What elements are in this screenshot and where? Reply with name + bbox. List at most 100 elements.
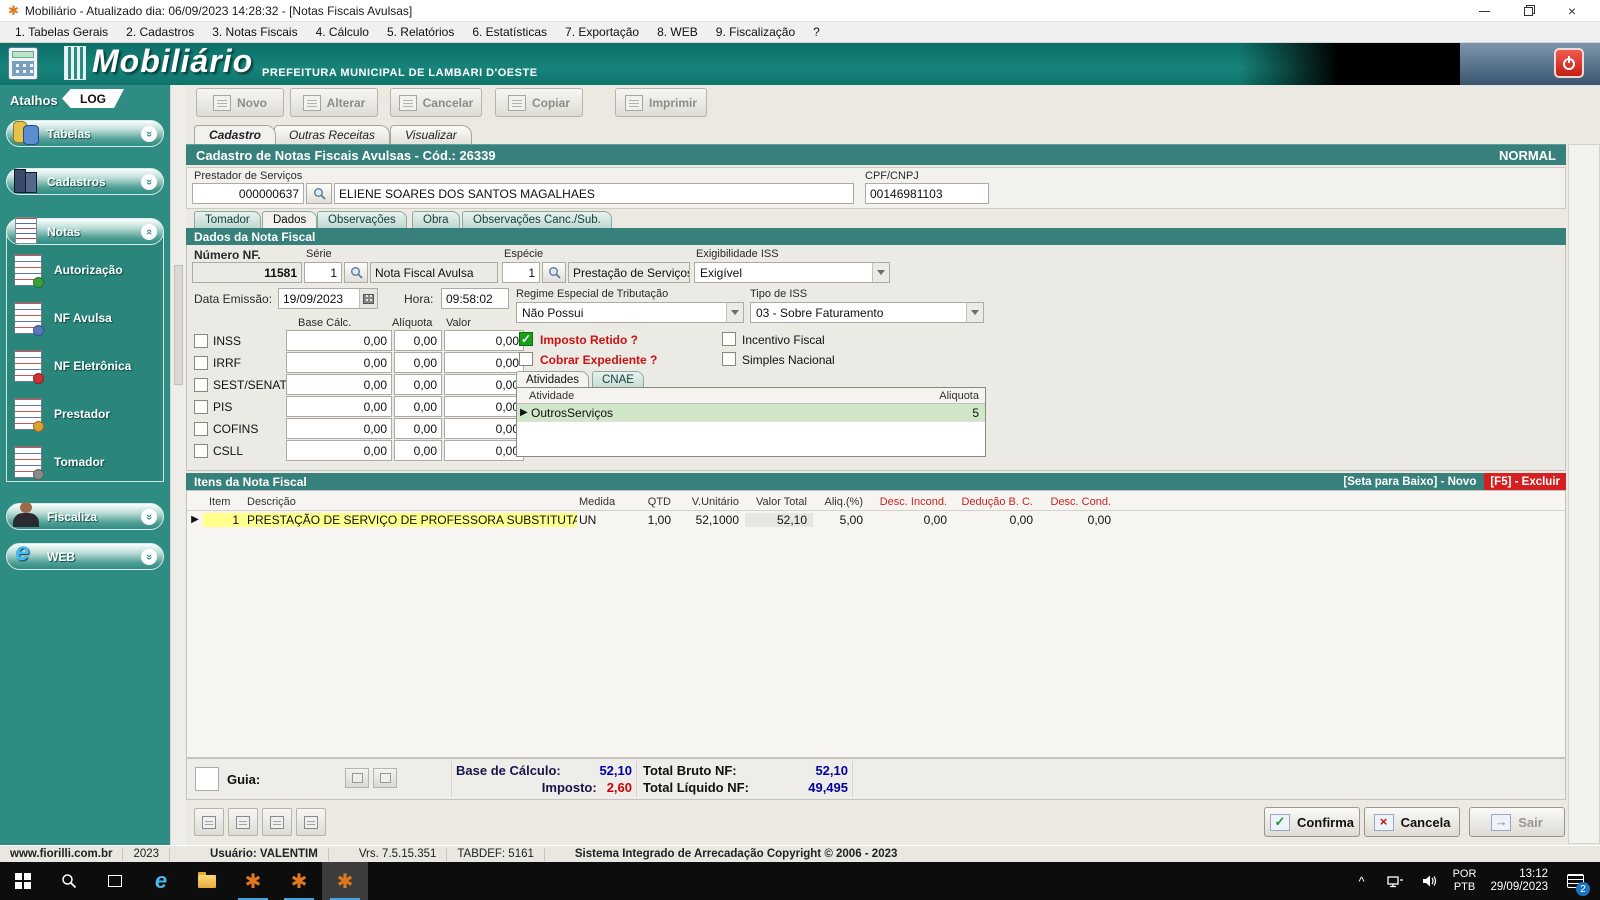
sidebar-group-tabelas[interactable]: Tabelas » [6,120,164,147]
incentivo-fiscal-checkbox[interactable] [722,332,736,346]
calendar-button[interactable] [359,289,377,308]
tab-cnae[interactable]: CNAE [592,371,644,387]
guia-checkbox[interactable] [195,767,219,791]
imposto-retido-checkbox[interactable]: ✓ [519,332,533,346]
sidebar-item-nf-avulsa[interactable]: NF Avulsa [14,298,154,338]
vertical-scrollbar[interactable] [1568,144,1600,844]
menu-cadastros[interactable]: 2. Cadastros [117,23,203,41]
tab-obra[interactable]: Obra [412,211,460,228]
notification-center-button[interactable]: 2 [1558,862,1592,900]
tab-tomador[interactable]: Tomador [194,211,261,228]
language-indicator[interactable]: POR PTB [1449,868,1481,894]
guia-print-button[interactable] [345,768,369,788]
imprimir-button[interactable]: Imprimir [615,88,707,117]
cofins-aliquota-field[interactable]: 0,00 [394,418,442,439]
irrf-checkbox[interactable] [194,356,208,370]
simples-nacional-checkbox[interactable] [722,352,736,366]
taskbar-explorer-button[interactable] [184,862,230,900]
sidebar-scrollbar[interactable] [170,85,186,845]
sest-senat-base-field[interactable]: 0,00 [286,374,392,395]
csll-checkbox[interactable] [194,444,208,458]
sidebar-group-cadastros[interactable]: Cadastros » [6,168,164,195]
cofins-valor-field[interactable]: 0,00 [444,418,524,439]
serie-search-button[interactable] [344,262,368,283]
status-site[interactable]: www.fiorilli.com.br [0,847,124,861]
tab-outras-receitas[interactable]: Outras Receitas [274,125,391,144]
numero-nf-field[interactable]: 11581 [192,262,302,283]
especie-field[interactable]: 1 [502,262,540,283]
record-next-button[interactable] [262,808,292,836]
taskbar-ie-button[interactable]: e [138,862,184,900]
power-button[interactable] [1554,48,1584,78]
chevron-down-icon[interactable]: » [141,508,157,525]
tab-visualizar[interactable]: Visualizar [390,125,472,144]
inss-base-field[interactable]: 0,00 [286,330,392,351]
taskbar-clock[interactable]: 13:12 29/09/2023 [1484,868,1554,894]
sidebar-item-prestador[interactable]: Prestador [14,394,154,434]
csll-valor-field[interactable]: 0,00 [444,440,524,461]
menu-calculo[interactable]: 4. Cálculo [307,23,378,41]
pis-checkbox[interactable] [194,400,208,414]
alterar-button[interactable]: Alterar [290,88,378,117]
record-first-button[interactable] [194,808,224,836]
close-button[interactable]: × [1550,0,1594,22]
pis-base-field[interactable]: 0,00 [286,396,392,417]
menu-tabelas-gerais[interactable]: 1. Tabelas Gerais [6,23,117,41]
chevron-down-icon[interactable]: » [141,125,157,142]
menu-notas-fiscais[interactable]: 3. Notas Fiscais [203,23,306,41]
start-button[interactable] [0,862,46,900]
sidebar-group-fiscaliza[interactable]: Fiscaliza » [6,502,164,530]
atividade-row[interactable]: ▶ OutrosServiços 5 [517,404,985,422]
regime-select[interactable]: Não Possui [516,302,744,323]
taskbar-search-button[interactable] [46,862,92,900]
network-icon[interactable] [1381,862,1411,900]
sair-button[interactable]: → Sair [1469,807,1565,837]
sidebar-item-autorizacao[interactable]: Autorização [14,250,154,290]
guia-view-button[interactable] [373,768,397,788]
tipo-iss-select[interactable]: 03 - Sobre Faturamento [750,302,984,323]
irrf-base-field[interactable]: 0,00 [286,352,392,373]
menu-relatorios[interactable]: 5. Relatórios [378,23,463,41]
sidebar-group-web[interactable]: e WEB » [6,536,164,570]
cofins-base-field[interactable]: 0,00 [286,418,392,439]
inss-aliquota-field[interactable]: 0,00 [394,330,442,351]
serie-field[interactable]: 1 [304,262,342,283]
menu-fiscalizacao[interactable]: 9. Fiscalização [707,23,804,41]
tab-atividades[interactable]: Atividades [516,371,590,387]
menu-help[interactable]: ? [804,23,829,41]
menu-exportacao[interactable]: 7. Exportação [556,23,648,41]
volume-icon[interactable] [1415,862,1445,900]
tab-cadastro[interactable]: Cadastro [194,125,277,144]
irrf-aliquota-field[interactable]: 0,00 [394,352,442,373]
log-badge[interactable]: LOG [62,89,124,108]
task-view-button[interactable] [92,862,138,900]
prestador-code-field[interactable]: 000000637 [192,183,304,204]
cancelar-button[interactable]: Cancelar [390,88,482,117]
sest-senat-aliquota-field[interactable]: 0,00 [394,374,442,395]
record-prev-button[interactable] [228,808,258,836]
cofins-checkbox[interactable] [194,422,208,436]
exigibilidade-select[interactable]: Exigível [694,262,890,283]
irrf-valor-field[interactable]: 0,00 [444,352,524,373]
csll-aliquota-field[interactable]: 0,00 [394,440,442,461]
cpf-field[interactable]: 00146981103 [865,183,989,204]
chevron-up-icon[interactable]: « [141,223,157,240]
pis-valor-field[interactable]: 0,00 [444,396,524,417]
restore-button[interactable] [1506,0,1550,22]
sidebar-group-notas[interactable]: Notas « [6,217,164,245]
inss-valor-field[interactable]: 0,00 [444,330,524,351]
confirma-button[interactable]: ✓ Confirma [1264,807,1360,837]
sidebar-item-tomador[interactable]: Tomador [14,442,154,482]
sest-senat-valor-field[interactable]: 0,00 [444,374,524,395]
cobrar-expediente-checkbox[interactable] [519,352,533,366]
tray-chevron-icon[interactable]: ^ [1347,862,1377,900]
chevron-down-icon[interactable]: » [141,173,157,190]
inss-checkbox[interactable] [194,334,208,348]
novo-button[interactable]: Novo [196,88,284,117]
item-row[interactable]: ▶ 1 PRESTAÇÃO DE SERVIÇO DE PROFESSORA S… [187,511,1565,528]
copiar-button[interactable]: Copiar [495,88,583,117]
tab-dados[interactable]: Dados [262,211,318,228]
sest-senat-checkbox[interactable] [194,378,208,392]
taskbar-app1-button[interactable]: ✱ [230,862,276,900]
especie-search-button[interactable] [542,262,566,283]
